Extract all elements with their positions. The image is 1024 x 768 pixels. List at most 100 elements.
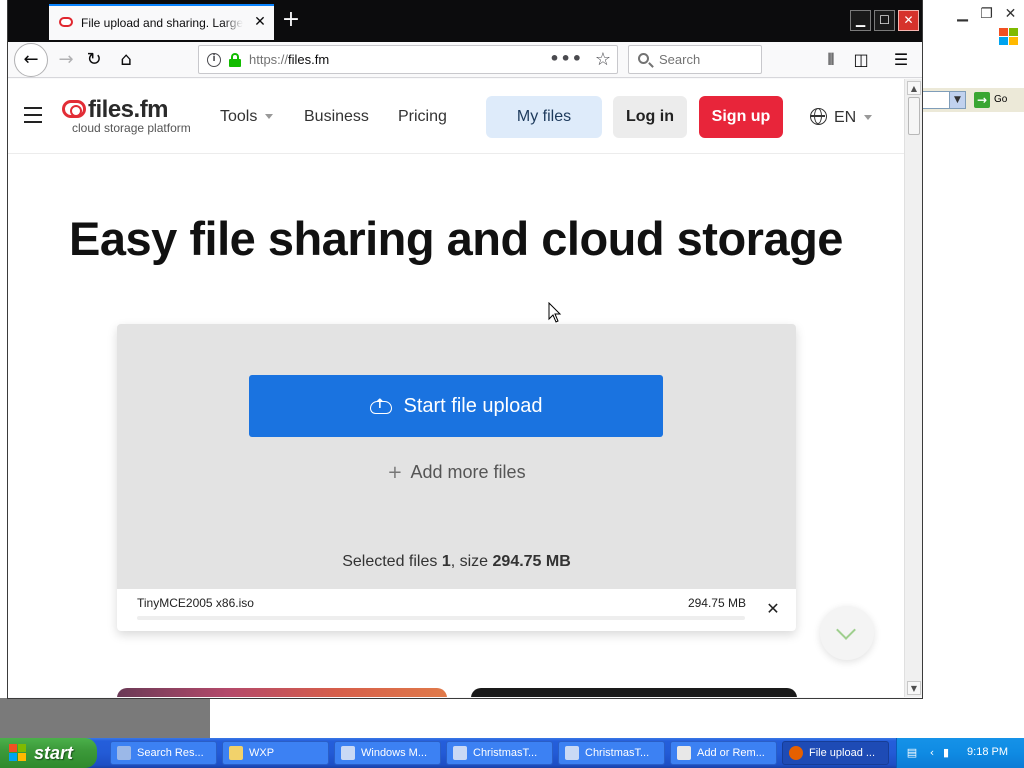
start-file-upload-button[interactable]: Start file upload <box>249 375 663 437</box>
taskbar-item-search-results[interactable]: Search Res... <box>110 741 217 765</box>
chevron-down-icon[interactable]: ▼ <box>949 92 965 108</box>
nav-tools[interactable]: Tools <box>220 108 274 126</box>
sidebar-icon[interactable]: ◫ <box>850 49 872 71</box>
url-text[interactable]: https://files.fm <box>249 52 329 67</box>
my-files-button[interactable]: My files <box>486 96 602 138</box>
scrollbar-thumb[interactable] <box>908 97 920 135</box>
search-placeholder: Search <box>659 52 701 67</box>
background-gray-area <box>0 698 210 738</box>
tab-bar: File upload and sharing. Large file shar… <box>8 0 922 42</box>
page-scrollbar[interactable]: ▲ ▼ <box>904 79 922 697</box>
start-button[interactable]: start <box>0 738 97 768</box>
add-more-files-button[interactable]: + Add more files <box>117 462 796 483</box>
file-size: 294.75 MB <box>687 596 746 610</box>
application-icon <box>565 746 579 760</box>
files-fm-favicon-icon <box>59 17 73 27</box>
upload-panel: Start file upload +Add more files Select… <box>117 324 796 631</box>
nav-pricing[interactable]: Pricing <box>398 108 447 126</box>
background-restore-icon[interactable]: ❐ <box>976 5 997 24</box>
plus-icon: + <box>387 462 403 483</box>
close-window-icon[interactable]: ✕ <box>898 10 919 31</box>
network-icon[interactable]: ▮ <box>939 746 953 760</box>
cloud-upload-icon <box>369 397 392 414</box>
maximize-icon[interactable]: ☐ <box>874 10 895 31</box>
tab-files-fm[interactable]: File upload and sharing. Large file shar… <box>49 4 274 40</box>
go-arrow-icon: → <box>974 92 990 108</box>
feature-image-left <box>117 688 447 697</box>
background-address-toolbar: ▼ → Go <box>922 88 1024 112</box>
selected-size: 294.75 MB <box>492 553 571 570</box>
minimize-icon[interactable]: ▁ <box>850 10 871 31</box>
search-icon <box>638 53 649 64</box>
firefox-window: File upload and sharing. Large file shar… <box>7 0 923 699</box>
logo-tagline: cloud storage platform <box>72 121 191 135</box>
background-go-button[interactable]: → Go <box>972 91 1020 109</box>
background-close-icon[interactable]: ✕ <box>1000 5 1021 24</box>
sign-up-button[interactable]: Sign up <box>699 96 783 138</box>
application-icon <box>453 746 467 760</box>
taskbar: start Search Res... WXP Windows M... Chr… <box>0 738 1024 768</box>
globe-icon <box>810 108 827 125</box>
chevron-down-icon <box>265 114 274 120</box>
taskbar-item-file-upload[interactable]: File upload ... <box>782 741 889 765</box>
application-icon <box>341 746 355 760</box>
keyboard-icon[interactable]: ▤ <box>905 746 919 760</box>
hero-title: Easy file sharing and cloud storage <box>69 212 843 265</box>
taskbar-item-windows-m[interactable]: Windows M... <box>334 741 441 765</box>
windows-logo-icon <box>999 28 1018 45</box>
search-input[interactable]: Search <box>628 45 762 74</box>
file-list-item: TinyMCE2005 x86.iso 294.75 MB ✕ <box>117 589 796 631</box>
lock-icon[interactable] <box>229 53 241 67</box>
clock: 9:18 PM <box>967 746 1008 758</box>
hamburger-menu-icon[interactable] <box>24 107 42 123</box>
chevron-down-icon <box>864 115 873 121</box>
home-icon[interactable]: ⌂ <box>112 46 140 74</box>
remove-file-icon[interactable]: ✕ <box>764 600 782 618</box>
url-bar[interactable]: i https://files.fm ••• ☆ <box>198 45 618 74</box>
forward-arrow-icon[interactable]: → <box>52 46 80 74</box>
scroll-down-icon[interactable]: ▼ <box>907 681 921 695</box>
system-tray: ▤ ‹ ▮ 9:18 PM <box>896 738 1024 768</box>
search-results-icon <box>117 746 131 760</box>
site-info-icon[interactable]: i <box>207 53 221 67</box>
mouse-cursor-icon <box>548 302 562 323</box>
file-name: TinyMCE2005 x86.iso <box>137 596 254 610</box>
bookmark-star-icon[interactable]: ☆ <box>595 49 611 70</box>
logo-name: files.fm <box>88 96 169 123</box>
new-tab-icon[interactable]: + <box>280 9 302 31</box>
add-remove-programs-icon <box>677 746 691 760</box>
files-fm-logo[interactable]: files.fm cloud storage platform <box>62 96 212 137</box>
background-window-titlebar: ▁ ❐ ✕ <box>920 0 1024 30</box>
menu-icon[interactable]: ☰ <box>890 49 912 71</box>
site-header: files.fm cloud storage platform Tools Bu… <box>8 79 904 154</box>
nav-business[interactable]: Business <box>304 108 369 126</box>
taskbar-item-christmast-1[interactable]: ChristmasT... <box>446 741 553 765</box>
selected-files-summary: Selected files 1, size 294.75 MB <box>342 553 571 570</box>
background-address-dropdown[interactable]: ▼ <box>922 91 966 109</box>
selected-count: 1 <box>441 553 451 570</box>
feature-image-right <box>471 688 797 697</box>
language-selector[interactable]: EN <box>810 108 873 127</box>
background-minimize-icon[interactable]: ▁ <box>952 5 973 24</box>
chevron-down-icon <box>836 620 856 640</box>
scroll-down-button[interactable] <box>820 606 874 660</box>
navigation-toolbar: ← → ↻ ⌂ i https://files.fm ••• ☆ Search … <box>8 42 922 78</box>
scroll-up-icon[interactable]: ▲ <box>907 81 921 95</box>
page-viewport: files.fm cloud storage platform Tools Bu… <box>8 79 904 697</box>
page-actions-icon[interactable]: ••• <box>549 49 583 68</box>
taskbar-item-wxp[interactable]: WXP <box>222 741 329 765</box>
folder-icon <box>229 746 243 760</box>
taskbar-item-christmast-2[interactable]: ChristmasT... <box>558 741 665 765</box>
go-label: Go <box>994 94 1008 105</box>
back-arrow-icon[interactable]: ← <box>14 43 48 77</box>
tab-title: File upload and sharing. Large file shar… <box>81 16 243 30</box>
tray-expand-icon[interactable]: ‹ <box>925 746 939 760</box>
tab-close-icon[interactable]: ✕ <box>252 14 268 30</box>
files-fm-logo-icon <box>62 100 86 118</box>
log-in-button[interactable]: Log in <box>613 96 687 138</box>
library-icon[interactable]: ⫴ <box>820 49 842 71</box>
taskbar-item-add-or-remove[interactable]: Add or Rem... <box>670 741 777 765</box>
reload-icon[interactable]: ↻ <box>80 46 108 74</box>
windows-flag-icon <box>9 744 27 762</box>
file-progress-bar <box>137 616 745 620</box>
